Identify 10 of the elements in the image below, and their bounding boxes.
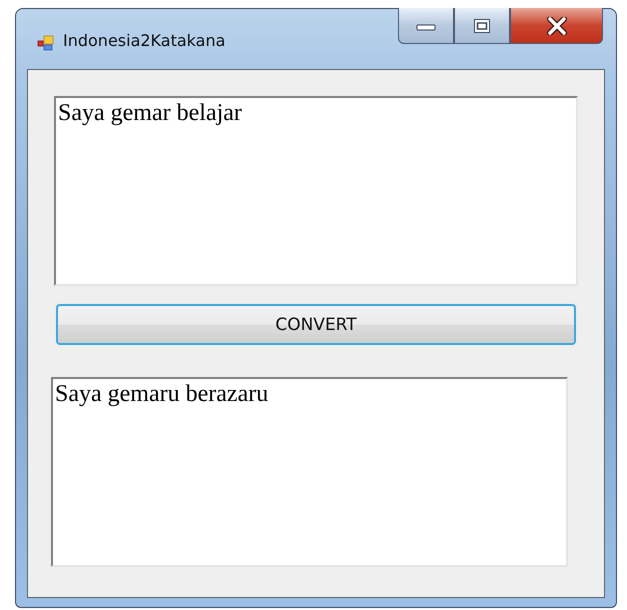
window-title: Indonesia2Katakana — [63, 31, 226, 50]
close-icon — [544, 16, 568, 34]
app-icon — [37, 34, 55, 52]
minimize-button[interactable] — [398, 8, 454, 44]
convert-button[interactable]: CONVERT — [56, 304, 576, 345]
input-field[interactable]: Saya gemar belajar — [54, 96, 578, 286]
close-button[interactable] — [510, 8, 603, 44]
maximize-icon — [473, 18, 491, 34]
output-field[interactable]: Saya gemaru berazaru — [51, 377, 568, 567]
maximize-button[interactable] — [454, 8, 510, 44]
